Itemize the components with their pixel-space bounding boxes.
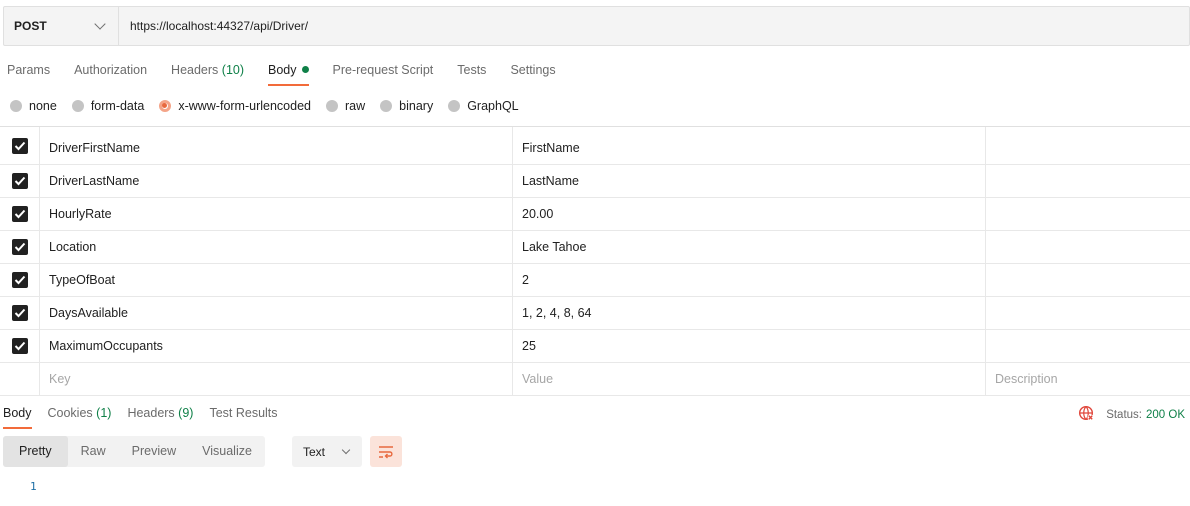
tab-params[interactable]: Params bbox=[7, 60, 50, 86]
param-value[interactable]: 1, 2, 4, 8, 64 bbox=[513, 297, 986, 329]
radio-none[interactable]: none bbox=[10, 99, 57, 113]
url-input[interactable]: https://localhost:44327/api/Driver/ bbox=[119, 7, 308, 45]
request-url-bar: POST https://localhost:44327/api/Driver/ bbox=[3, 6, 1190, 46]
request-tabs: Params Authorization Headers (10) Body P… bbox=[7, 60, 580, 86]
param-key[interactable]: MaximumOccupants bbox=[40, 330, 513, 362]
tab-pre-request-script[interactable]: Pre-request Script bbox=[333, 60, 434, 86]
response-type-label: Text bbox=[303, 444, 326, 459]
tab-response-body[interactable]: Body bbox=[3, 403, 32, 429]
format-pretty-button[interactable]: Pretty bbox=[3, 436, 68, 467]
table-row: DaysAvailable 1, 2, 4, 8, 64 bbox=[0, 297, 1190, 330]
wrap-lines-button[interactable] bbox=[370, 436, 402, 467]
table-row: MaximumOccupants 25 bbox=[0, 330, 1190, 363]
row-checkbox[interactable] bbox=[11, 305, 28, 321]
radio-circle bbox=[71, 100, 84, 112]
table-row: DriverLastName LastName bbox=[0, 165, 1190, 198]
radio-raw[interactable]: raw bbox=[326, 99, 365, 113]
param-value[interactable]: LastName bbox=[513, 165, 986, 197]
param-description[interactable] bbox=[986, 231, 1190, 263]
param-value[interactable]: 2 bbox=[513, 264, 986, 296]
new-key-input[interactable]: Key bbox=[40, 363, 513, 395]
tab-tests[interactable]: Tests bbox=[457, 60, 486, 86]
radio-binary[interactable]: binary bbox=[380, 99, 433, 113]
param-key[interactable]: DriverLastName bbox=[40, 165, 513, 197]
response-tabs: Body Cookies (1) Headers (9) Test Result… bbox=[3, 403, 294, 429]
param-value[interactable]: 25 bbox=[513, 330, 986, 362]
radio-x-www-form-urlencoded[interactable]: x-www-form-urlencoded bbox=[159, 99, 311, 113]
headers-count: (10) bbox=[221, 63, 245, 77]
row-checkbox[interactable] bbox=[11, 338, 28, 354]
new-value-input[interactable]: Value bbox=[513, 363, 986, 395]
format-raw-button[interactable]: Raw bbox=[68, 436, 119, 467]
tab-body[interactable]: Body bbox=[268, 60, 309, 86]
method-select[interactable]: POST bbox=[4, 7, 119, 45]
radio-circle bbox=[10, 100, 22, 112]
param-key[interactable]: TypeOfBoat bbox=[40, 264, 513, 296]
format-visualize-button[interactable]: Visualize bbox=[189, 436, 265, 467]
new-param-row: Key Value Description bbox=[0, 363, 1190, 396]
chevron-down-icon bbox=[341, 445, 351, 455]
param-key[interactable]: DriverFirstName bbox=[40, 127, 513, 164]
table-row: HourlyRate 20.00 bbox=[0, 198, 1190, 231]
new-description-input[interactable]: Description bbox=[986, 363, 1190, 395]
row-checkbox[interactable] bbox=[11, 272, 28, 288]
body-type-selector: none form-data x-www-form-urlencoded raw… bbox=[10, 97, 534, 115]
wrap-lines-icon bbox=[379, 445, 393, 458]
radio-circle-selected bbox=[159, 100, 172, 112]
row-checkbox[interactable] bbox=[11, 137, 28, 154]
response-status: Status: 200 OK bbox=[1078, 405, 1185, 424]
status-label: Status: bbox=[1106, 408, 1142, 421]
tab-response-headers[interactable]: Headers (9) bbox=[127, 403, 193, 429]
table-row: TypeOfBoat 2 bbox=[0, 264, 1190, 297]
status-code: 200 OK bbox=[1146, 408, 1185, 421]
table-row: Location Lake Tahoe bbox=[0, 231, 1190, 264]
param-description[interactable] bbox=[986, 264, 1190, 296]
response-format-group: Pretty Raw Preview Visualize bbox=[3, 436, 265, 467]
radio-graphql[interactable]: GraphQL bbox=[448, 99, 519, 113]
radio-circle bbox=[448, 100, 461, 112]
cookies-count: (1) bbox=[96, 406, 112, 420]
response-type-select[interactable]: Text bbox=[292, 436, 362, 467]
line-number: 1 bbox=[30, 480, 37, 493]
globe-network-icon[interactable] bbox=[1078, 405, 1094, 424]
param-key[interactable]: HourlyRate bbox=[40, 198, 513, 230]
radio-circle bbox=[326, 100, 338, 112]
format-preview-button[interactable]: Preview bbox=[119, 436, 189, 467]
table-row: DriverFirstName FirstName bbox=[0, 127, 1190, 165]
param-description[interactable] bbox=[986, 330, 1190, 362]
row-checkbox[interactable] bbox=[11, 239, 28, 255]
param-description[interactable] bbox=[986, 198, 1190, 230]
method-label: POST bbox=[14, 19, 47, 33]
param-value[interactable]: 20.00 bbox=[513, 198, 986, 230]
form-params-table: DriverFirstName FirstName DriverLastName… bbox=[0, 126, 1190, 396]
response-headers-count: (9) bbox=[178, 406, 194, 420]
tab-test-results[interactable]: Test Results bbox=[209, 403, 277, 429]
tab-authorization[interactable]: Authorization bbox=[74, 60, 147, 86]
param-value[interactable]: FirstName bbox=[513, 127, 986, 164]
row-checkbox[interactable] bbox=[11, 173, 28, 189]
tab-headers[interactable]: Headers (10) bbox=[171, 60, 244, 86]
chevron-down-icon bbox=[94, 18, 106, 30]
param-key[interactable]: DaysAvailable bbox=[40, 297, 513, 329]
tab-settings[interactable]: Settings bbox=[510, 60, 555, 86]
tab-cookies[interactable]: Cookies (1) bbox=[48, 403, 112, 429]
empty-checkbox-cell bbox=[0, 363, 40, 395]
param-key[interactable]: Location bbox=[40, 231, 513, 263]
body-indicator-dot bbox=[301, 66, 309, 73]
param-description[interactable] bbox=[986, 297, 1190, 329]
row-checkbox[interactable] bbox=[11, 206, 28, 222]
param-description[interactable] bbox=[986, 127, 1190, 164]
param-value[interactable]: Lake Tahoe bbox=[513, 231, 986, 263]
radio-circle bbox=[380, 100, 393, 112]
param-description[interactable] bbox=[986, 165, 1190, 197]
radio-form-data[interactable]: form-data bbox=[71, 99, 144, 113]
